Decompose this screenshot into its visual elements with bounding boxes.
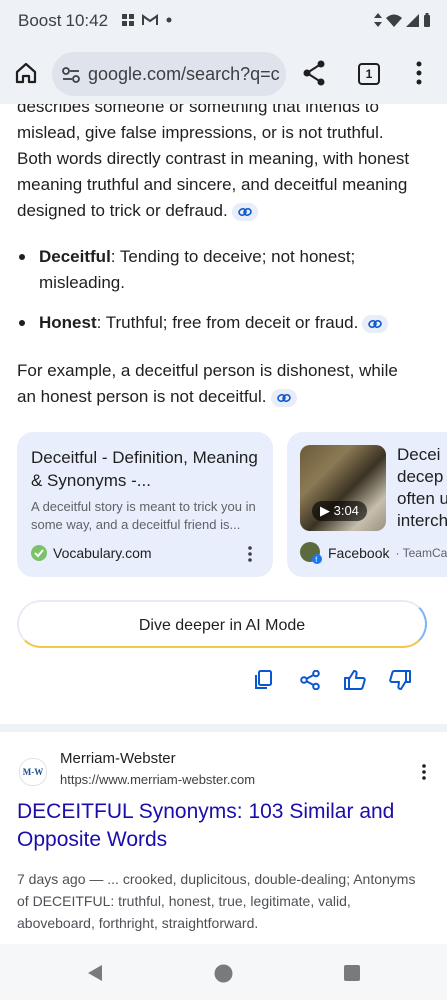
menu-icon[interactable] <box>416 61 422 85</box>
bullet-text: Honest: Truthful; free from deceit or fr… <box>39 310 427 336</box>
card-source: f Facebook · TeamCas <box>300 542 447 564</box>
link-icon <box>276 393 291 402</box>
card-title-line: often u <box>397 489 447 508</box>
result-more-options-icon[interactable] <box>421 764 427 780</box>
share-answer-icon[interactable] <box>300 670 320 690</box>
citation-link-chip[interactable] <box>231 202 258 221</box>
vocabulary-logo-icon <box>31 545 47 561</box>
address-bar[interactable]: google.com/search?q=c <box>52 52 286 96</box>
bullet-dot <box>19 254 25 260</box>
link-icon <box>238 207 252 216</box>
card-title-line: decep <box>397 467 444 486</box>
card-title: Decei decep often u interch <box>397 444 447 532</box>
recents-icon[interactable] <box>344 965 360 981</box>
result-title-link[interactable]: DECEITFUL Synonyms: 103 Similar and Oppo… <box>17 798 427 854</box>
card-source-name: Facebook <box>328 545 390 561</box>
result-url[interactable]: https://www.merriam-webster.com <box>60 772 255 787</box>
card-snippet: A deceitful story is meant to trick you … <box>31 499 256 532</box>
copy-icon[interactable] <box>254 670 272 690</box>
example-paragraph: For example, a deceitful person is disho… <box>17 358 417 410</box>
share-icon[interactable] <box>302 60 326 86</box>
card-source-name: Vocabulary.com <box>53 545 152 561</box>
source-card-facebook[interactable]: ▶ 3:04 Decei decep often u interch f Fac… <box>287 432 447 577</box>
url-text[interactable]: google.com/search?q=c <box>88 64 280 85</box>
data-arrows-icon <box>374 13 382 27</box>
status-carrier: Boost 10:42 <box>18 11 108 31</box>
merriam-webster-logo: M-W <box>19 758 47 786</box>
ai-overview-intro: describes someone or something that inte… <box>17 104 437 224</box>
notification-grid-icon <box>122 14 134 26</box>
bullet-definition: : Truthful; free from deceit or fraud. <box>96 313 359 332</box>
definition-bullet: Honest: Truthful; free from deceit or fr… <box>17 310 427 336</box>
back-icon[interactable] <box>86 964 104 982</box>
battery-icon <box>424 13 430 27</box>
card-source: Vocabulary.com <box>31 545 152 561</box>
carrier-name: Boost <box>18 11 62 30</box>
thumbs-up-icon[interactable] <box>344 670 366 690</box>
wifi-icon <box>386 14 402 27</box>
intro-line: meaning truthful and sincere, and deceit… <box>17 175 408 194</box>
link-icon <box>368 319 383 328</box>
status-bar: Boost 10:42 <box>0 0 447 44</box>
bullet-term: Deceitful <box>39 247 111 266</box>
gmail-icon <box>142 14 158 25</box>
source-card-vocabulary[interactable]: Deceitful - Definition, Meaning & Synony… <box>17 432 273 577</box>
bullet-term: Honest <box>39 313 97 332</box>
status-time: 10:42 <box>65 11 109 30</box>
system-icons <box>374 13 431 27</box>
bullet-text: Deceitful: Tending to deceive; not hones… <box>39 244 427 296</box>
result-site-name[interactable]: Merriam-Webster <box>60 750 176 767</box>
citation-link-chip[interactable] <box>270 388 297 407</box>
svg-text:f: f <box>315 557 317 564</box>
facebook-avatar-icon: f <box>300 542 322 564</box>
result-snippet: 7 days ago — ... crooked, duplicitous, d… <box>17 871 416 931</box>
more-options-icon[interactable] <box>247 546 253 562</box>
system-navigation-bar <box>0 944 447 1000</box>
tab-switcher-button[interactable]: 1 <box>358 63 380 85</box>
notification-icons <box>122 14 172 26</box>
intro-line: mislead, give false impressions, or is n… <box>17 123 384 142</box>
thumbs-down-icon[interactable] <box>389 670 411 690</box>
card-title: Deceitful - Definition, Meaning & Synony… <box>31 448 258 490</box>
signal-icon <box>406 13 419 27</box>
tune-icon[interactable] <box>62 67 80 83</box>
ai-mode-button[interactable]: Dive deeper in AI Mode <box>17 600 427 648</box>
home-nav-icon[interactable] <box>214 964 233 983</box>
card-title-line: Decei <box>397 445 441 464</box>
intro-line: designed to trick or defraud. <box>17 201 228 220</box>
definition-bullet: Deceitful: Tending to deceive; not hones… <box>17 244 427 296</box>
card-title-line: interch <box>397 511 447 530</box>
search-results-content: describes someone or something that inte… <box>0 104 447 944</box>
home-icon[interactable] <box>14 62 38 84</box>
duration-text: 3:04 <box>333 503 359 518</box>
example-text: For example, a deceitful person is disho… <box>17 361 398 406</box>
intro-line: Both words directly contrast in meaning,… <box>17 149 410 168</box>
dot-icon <box>166 17 172 23</box>
video-duration: ▶ 3:04 <box>312 501 367 521</box>
intro-line: describes someone or something that inte… <box>17 104 379 116</box>
card-source-sub: · TeamCas <box>395 546 447 560</box>
browser-toolbar: google.com/search?q=c 1 <box>0 44 447 104</box>
section-divider <box>0 724 447 732</box>
intro-line-last: designed to trick or defraud. <box>17 198 437 224</box>
bullet-dot <box>19 320 25 326</box>
citation-link-chip[interactable] <box>362 314 389 333</box>
video-thumbnail[interactable]: ▶ 3:04 <box>300 445 386 531</box>
